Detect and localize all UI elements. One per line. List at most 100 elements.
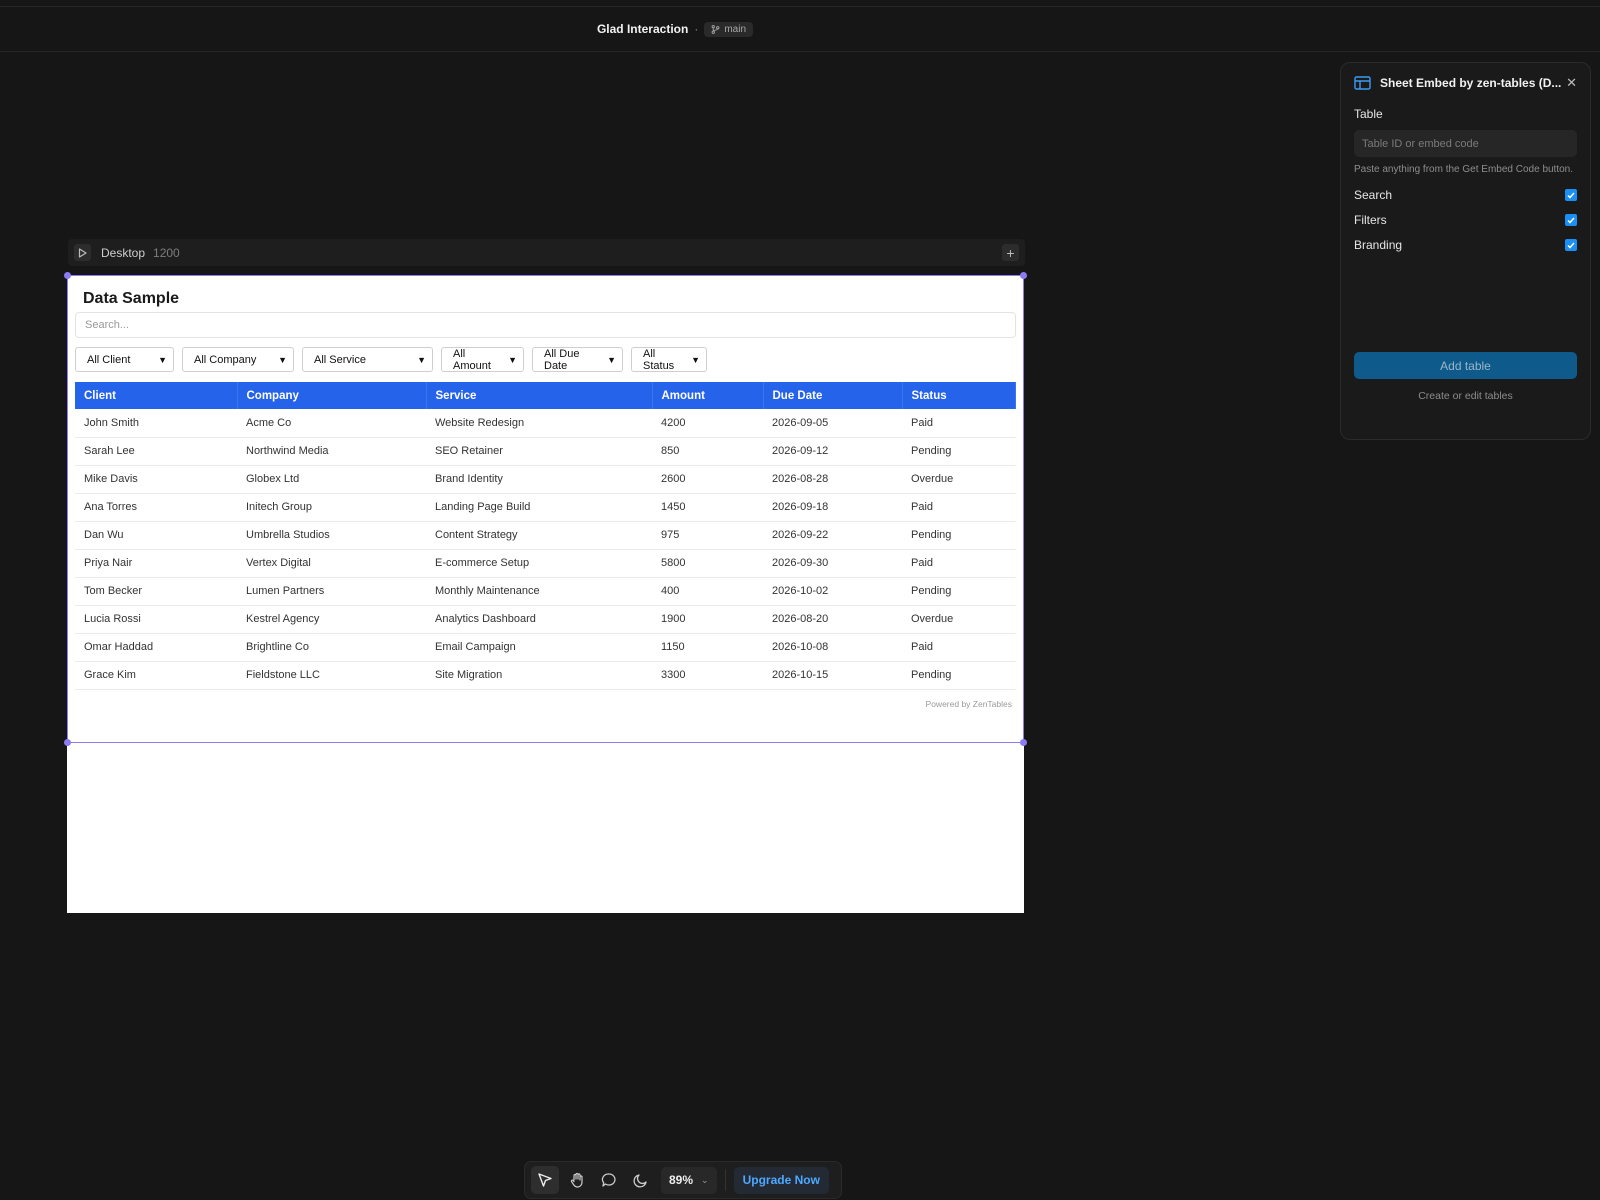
moon-icon bbox=[633, 1174, 647, 1188]
branch-badge[interactable]: main bbox=[704, 21, 754, 37]
table-cell: Paid bbox=[902, 549, 1016, 578]
table-cell: 850 bbox=[652, 437, 763, 466]
table-cell: 4200 bbox=[652, 409, 763, 438]
add-table-button[interactable]: Add table bbox=[1354, 352, 1577, 379]
chevron-down-icon: ▼ bbox=[508, 354, 517, 365]
table-cell: 2026-09-18 bbox=[763, 493, 902, 522]
table-cell: Lucia Rossi bbox=[75, 605, 237, 634]
table-cell: 2026-09-30 bbox=[763, 549, 902, 578]
check-icon bbox=[1567, 192, 1575, 199]
table-cell: Priya Nair bbox=[75, 549, 237, 578]
table-cell: 2026-10-15 bbox=[763, 661, 902, 690]
table-cell: 2600 bbox=[652, 465, 763, 494]
plus-icon: + bbox=[1006, 244, 1015, 261]
comment-icon bbox=[601, 1173, 616, 1187]
filter-amount[interactable]: All Amount ▼ bbox=[441, 347, 524, 372]
table-row[interactable]: Grace Kim Fieldstone LLC Site Migration 330… bbox=[75, 661, 1016, 690]
frame-name[interactable]: Desktop bbox=[101, 246, 145, 260]
table-cell: Site Migration bbox=[426, 661, 652, 690]
data-table: Client Company Service Amount Due Date S… bbox=[75, 382, 1016, 690]
option-filters[interactable]: Filters bbox=[1354, 213, 1577, 227]
column-header[interactable]: Service bbox=[426, 382, 653, 409]
table-header-row: Client Company Service Amount Due Date S… bbox=[75, 382, 1016, 409]
canvas-frame[interactable]: Data Sample Search... All Client ▼ All Co… bbox=[67, 275, 1024, 913]
branding-checkbox[interactable] bbox=[1565, 239, 1577, 251]
column-header[interactable]: Company bbox=[237, 382, 427, 409]
table-cell: Tom Becker bbox=[75, 577, 237, 606]
table-cell: Dan Wu bbox=[75, 521, 237, 550]
filters-checkbox[interactable] bbox=[1565, 214, 1577, 226]
table-cell: Brightline Co bbox=[237, 633, 426, 662]
table-cell: Acme Co bbox=[237, 409, 426, 438]
project-name[interactable]: Glad Interaction bbox=[597, 22, 688, 36]
table-row[interactable]: Lucia Rossi Kestrel Agency Analytics Dashb… bbox=[75, 605, 1016, 634]
chevron-down-icon: ▼ bbox=[691, 354, 700, 365]
upgrade-now-button[interactable]: Upgrade Now bbox=[733, 1166, 829, 1194]
search-checkbox[interactable] bbox=[1565, 189, 1577, 201]
column-header[interactable]: Client bbox=[75, 382, 238, 409]
table-row[interactable]: Ana Torres Initech Group Landing Page Buil… bbox=[75, 493, 1016, 522]
table-cell: Paid bbox=[902, 409, 1016, 438]
table-embed[interactable]: Data Sample Search... All Client ▼ All Co… bbox=[75, 283, 1016, 709]
table-cell: E-commerce Setup bbox=[426, 549, 652, 578]
table-cell: 2026-10-02 bbox=[763, 577, 902, 606]
table-cell: SEO Retainer bbox=[426, 437, 652, 466]
column-header[interactable]: Status bbox=[902, 382, 1016, 409]
close-icon[interactable]: ✕ bbox=[1566, 75, 1577, 91]
frame-header: Desktop 1200 + bbox=[68, 239, 1025, 266]
zoom-select[interactable]: 89% ⌄ bbox=[661, 1166, 717, 1194]
table-cell: Overdue bbox=[902, 465, 1016, 494]
table-cell: Pending bbox=[902, 437, 1016, 466]
column-header[interactable]: Amount bbox=[652, 382, 764, 409]
table-cell: 1150 bbox=[652, 633, 763, 662]
zoom-level: 89% bbox=[669, 1173, 694, 1187]
table-cell: Pending bbox=[902, 577, 1016, 606]
table-row[interactable]: Omar Haddad Brightline Co Email Campaign 11… bbox=[75, 633, 1016, 662]
theme-toggle[interactable] bbox=[627, 1166, 655, 1194]
comment-tool[interactable] bbox=[595, 1166, 623, 1194]
table-cell: Pending bbox=[902, 521, 1016, 550]
table-layout-icon bbox=[1354, 76, 1371, 90]
panel-header: Sheet Embed by zen-tables (D... ✕ bbox=[1354, 75, 1577, 91]
check-icon bbox=[1567, 217, 1575, 224]
table-cell: Initech Group bbox=[237, 493, 426, 522]
panel-title: Sheet Embed by zen-tables (D... bbox=[1380, 76, 1562, 90]
table-row[interactable]: Dan Wu Umbrella Studios Content Strategy 97… bbox=[75, 521, 1016, 550]
table-row[interactable]: Mike Davis Globex Ltd Brand Identity 2600 20… bbox=[75, 465, 1016, 494]
table-cell: 2026-08-20 bbox=[763, 605, 902, 634]
option-branding[interactable]: Branding bbox=[1354, 238, 1577, 252]
hand-tool[interactable] bbox=[563, 1166, 591, 1194]
column-header[interactable]: Due Date bbox=[763, 382, 903, 409]
powered-by-branding[interactable]: Powered by ZenTables bbox=[75, 699, 1016, 709]
chevron-down-icon: ▼ bbox=[278, 354, 287, 365]
embed-search-input[interactable]: Search... bbox=[75, 312, 1016, 338]
filter-status[interactable]: All Status ▼ bbox=[631, 347, 707, 372]
table-row[interactable]: Priya Nair Vertex Digital E-commerce Setup… bbox=[75, 549, 1016, 578]
table-row[interactable]: Sarah Lee Northwind Media SEO Retainer 850 2… bbox=[75, 437, 1016, 466]
filter-due-date[interactable]: All Due Date ▼ bbox=[532, 347, 623, 372]
create-edit-tables-link[interactable]: Create or edit tables bbox=[1354, 390, 1577, 402]
table-cell: Grace Kim bbox=[75, 661, 237, 690]
table-cell: Sarah Lee bbox=[75, 437, 237, 466]
filter-company[interactable]: All Company ▼ bbox=[182, 347, 294, 372]
table-row[interactable]: Tom Becker Lumen Partners Monthly Maintena… bbox=[75, 577, 1016, 606]
pointer-tool[interactable] bbox=[531, 1166, 559, 1194]
table-cell: Landing Page Build bbox=[426, 493, 652, 522]
add-breakpoint-button[interactable]: + bbox=[1002, 244, 1019, 261]
git-branch-icon bbox=[711, 24, 720, 34]
table-row[interactable]: John Smith Acme Co Website Redesign 4200 202… bbox=[75, 409, 1016, 438]
option-search[interactable]: Search bbox=[1354, 188, 1577, 202]
table-cell: 3300 bbox=[652, 661, 763, 690]
table-cell: Mike Davis bbox=[75, 465, 237, 494]
filter-service[interactable]: All Service ▼ bbox=[302, 347, 433, 372]
table-id-input[interactable]: Table ID or embed code bbox=[1354, 130, 1577, 157]
preview-button[interactable] bbox=[74, 244, 91, 261]
check-icon bbox=[1567, 242, 1575, 249]
toolbar-divider bbox=[724, 1169, 726, 1191]
hand-icon bbox=[570, 1172, 583, 1188]
table-cell: 2026-08-28 bbox=[763, 465, 902, 494]
title-separator: · bbox=[694, 22, 699, 36]
table-cell: Monthly Maintenance bbox=[426, 577, 652, 606]
plugin-panel: Sheet Embed by zen-tables (D... ✕ Table … bbox=[1340, 62, 1591, 440]
filter-client[interactable]: All Client ▼ bbox=[75, 347, 174, 372]
